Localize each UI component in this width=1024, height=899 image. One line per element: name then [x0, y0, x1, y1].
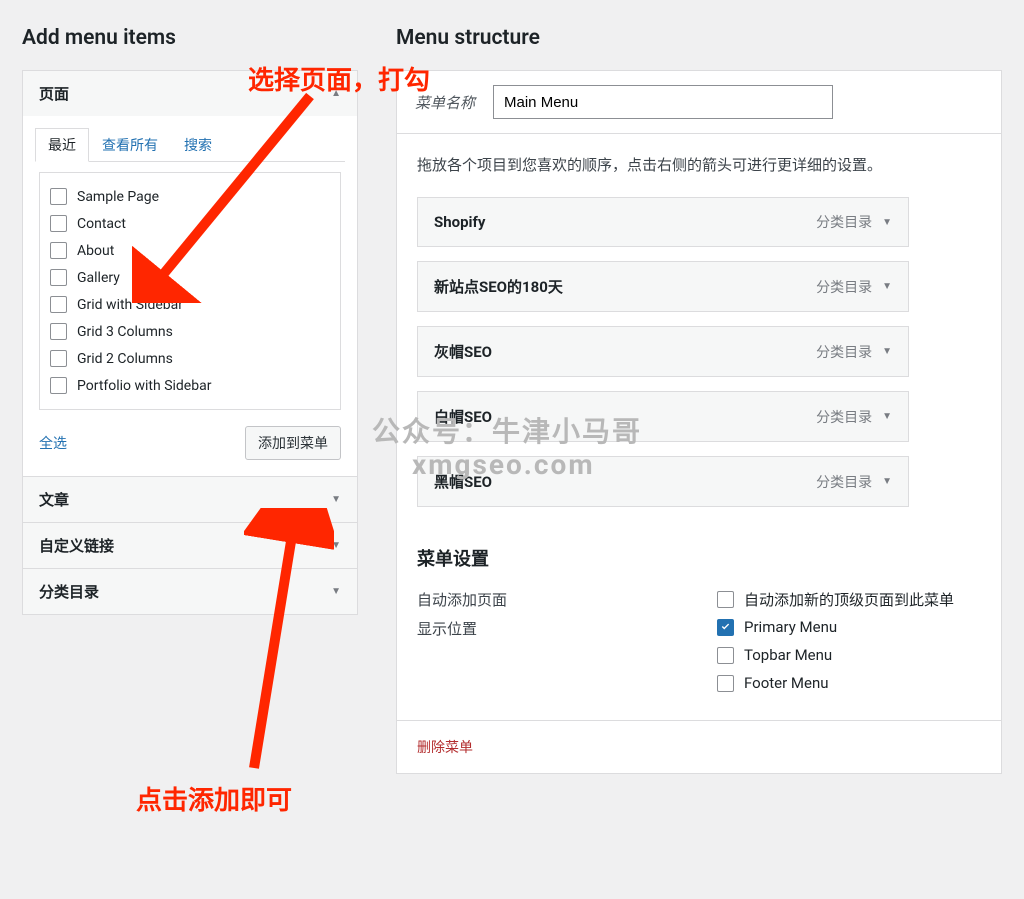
page-checkbox[interactable]	[50, 296, 67, 313]
triangle-down-icon: ▼	[882, 281, 892, 292]
menu-structure-title: Menu structure	[396, 26, 1002, 50]
list-item[interactable]: Contact	[50, 210, 330, 237]
menu-item[interactable]: 白帽SEO 分类目录▼	[417, 391, 909, 442]
menu-item[interactable]: 黑帽SEO 分类目录▼	[417, 456, 909, 507]
page-checkbox[interactable]	[50, 269, 67, 286]
display-location-label: 显示位置	[417, 618, 717, 639]
menu-name-label: 菜单名称	[415, 92, 475, 113]
menu-structure-pane: Menu structure 菜单名称 拖放各个项目到您喜欢的顺序，点击右侧的箭…	[396, 26, 1002, 774]
location-checkbox[interactable]	[717, 647, 734, 664]
list-item[interactable]: Grid 3 Columns	[50, 318, 330, 345]
list-item[interactable]: Grid with Sidebar	[50, 291, 330, 318]
pages-list: Sample Page Contact About Gallery Grid w…	[39, 172, 341, 410]
auto-add-label: 自动添加页面	[417, 589, 717, 610]
page-checkbox[interactable]	[50, 350, 67, 367]
structure-description: 拖放各个项目到您喜欢的顺序，点击右侧的箭头可进行更详细的设置。	[417, 154, 981, 175]
categories-section-header[interactable]: 分类目录 ▼	[23, 568, 357, 614]
delete-menu-link[interactable]: 删除菜单	[417, 740, 473, 756]
triangle-down-icon: ▼	[882, 346, 892, 357]
list-item[interactable]: About	[50, 237, 330, 264]
menu-item[interactable]: 灰帽SEO 分类目录▼	[417, 326, 909, 377]
add-menu-items-title: Add menu items	[22, 26, 358, 50]
posts-section-header[interactable]: 文章 ▼	[23, 476, 357, 522]
page-checkbox[interactable]	[50, 215, 67, 232]
auto-add-checkbox[interactable]	[717, 591, 734, 608]
page-checkbox[interactable]	[50, 188, 67, 205]
location-checkbox[interactable]	[717, 675, 734, 692]
triangle-down-icon: ▼	[882, 411, 892, 422]
triangle-down-icon: ▼	[882, 217, 892, 228]
triangle-down-icon: ▼	[331, 540, 341, 551]
list-item[interactable]: Sample Page	[50, 183, 330, 210]
list-item[interactable]: Grid 2 Columns	[50, 345, 330, 372]
tab-view-all[interactable]: 查看所有	[89, 128, 171, 162]
custom-links-section-header[interactable]: 自定义链接 ▼	[23, 522, 357, 568]
triangle-down-icon: ▼	[331, 586, 341, 597]
add-menu-items-pane: Add menu items 页面 ▲ 最近 查看所有 搜索 Sample Pa…	[22, 26, 358, 774]
page-checkbox[interactable]	[50, 377, 67, 394]
list-item[interactable]: Gallery	[50, 264, 330, 291]
page-checkbox[interactable]	[50, 242, 67, 259]
select-all-link[interactable]: 全选	[39, 433, 67, 453]
menu-item[interactable]: 新站点SEO的180天 分类目录▼	[417, 261, 909, 312]
location-option[interactable]: Primary Menu	[717, 618, 837, 636]
pages-section-header[interactable]: 页面 ▲	[23, 71, 357, 116]
triangle-down-icon: ▼	[331, 494, 341, 505]
list-item[interactable]: Portfolio with Sidebar	[50, 372, 330, 399]
location-option[interactable]: Footer Menu	[717, 674, 837, 692]
triangle-down-icon: ▼	[882, 476, 892, 487]
page-checkbox[interactable]	[50, 323, 67, 340]
location-option[interactable]: Topbar Menu	[717, 646, 837, 664]
menu-settings-header: 菜单设置	[417, 545, 981, 571]
tab-search[interactable]: 搜索	[171, 128, 225, 162]
triangle-up-icon: ▲	[331, 88, 341, 99]
location-checkbox[interactable]	[717, 619, 734, 636]
menu-item[interactable]: Shopify 分类目录▼	[417, 197, 909, 247]
add-to-menu-button[interactable]: 添加到菜单	[245, 426, 341, 460]
tab-recent[interactable]: 最近	[35, 128, 89, 162]
auto-add-option[interactable]: 自动添加新的顶级页面到此菜单	[717, 589, 954, 610]
menu-name-input[interactable]	[493, 85, 833, 119]
